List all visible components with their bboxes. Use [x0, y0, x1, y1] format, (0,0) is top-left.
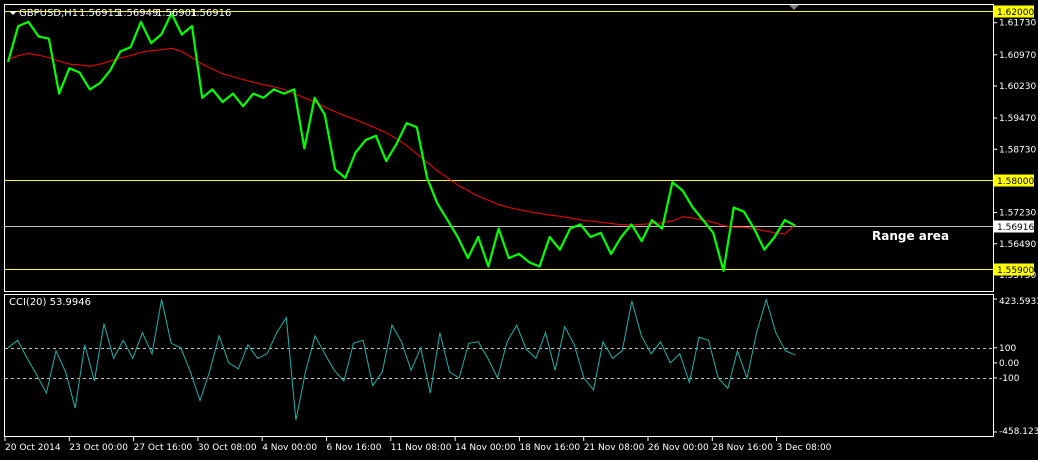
cci-tick-label: -100: [999, 374, 1020, 384]
cci-title: CCI(20) 53.9946: [9, 297, 91, 308]
chevron-down-icon[interactable]: [9, 11, 17, 15]
cci-tick-label: 100: [999, 344, 1016, 354]
price-tick-label: 1.61730: [999, 19, 1036, 29]
price-tick-label: 1.60970: [999, 51, 1036, 61]
chart-svg[interactable]: 1.61730 1.60970 1.60230 1.59470 1.58730 1.572…: [0, 0, 1038, 456]
close-price: 1.56916: [190, 8, 231, 19]
open-price: 1.56915: [79, 8, 120, 19]
main-series-group: [6, 12, 796, 272]
level-price-label: 1.62000: [997, 8, 1034, 18]
current-price-label: 1.56916: [997, 223, 1034, 233]
time-tick-label: 28 Nov 16:00: [712, 443, 773, 453]
cci-series-group: [7, 297, 796, 421]
time-tick-label: 3 Dec 08:00: [777, 443, 832, 453]
cci-tick-label: 0.00: [999, 359, 1019, 369]
chart-shift-marker-icon[interactable]: [789, 5, 799, 10]
time-tick-label: 30 Oct 08:00: [198, 443, 257, 453]
time-tick-label: 11 Nov 08:00: [391, 443, 452, 453]
cci-tick-label: 423.5933: [999, 297, 1038, 307]
price-axis: 1.61730 1.60970 1.60230 1.59470 1.58730 1.572…: [993, 5, 1036, 281]
time-tick-label: 23 Oct 00:00: [69, 443, 128, 453]
range-area-annotation: Range area: [872, 229, 949, 243]
cci-pane-frame: [4, 294, 994, 437]
symbol-label: GBPUSD,H1: [19, 8, 78, 19]
price-tick-label: 1.60230: [999, 82, 1036, 92]
price-tick-label: 1.58730: [999, 145, 1036, 155]
cci-line: [7, 297, 796, 421]
time-tick-label: 26 Nov 00:00: [648, 443, 709, 453]
time-tick-label: 20 Oct 2014: [5, 443, 61, 453]
time-axis: 20 Oct 2014 23 Oct 00:00 27 Oct 16:00 30 Oc…: [4, 437, 832, 453]
price-tick-label: 1.59470: [999, 114, 1036, 124]
cci-axis: 423.5933 100 0.00 -100 -458.1239: [993, 297, 1038, 437]
price-tick-label: 1.57230: [999, 209, 1036, 219]
chart-window[interactable]: 1.61730 1.60970 1.60230 1.59470 1.58730 1.572…: [0, 0, 1038, 456]
time-tick-label: 6 Nov 16:00: [327, 443, 382, 453]
time-tick-label: 27 Oct 16:00: [134, 443, 193, 453]
time-tick-label: 18 Nov 16:00: [519, 443, 580, 453]
level-price-label: 1.58000: [997, 177, 1034, 187]
time-tick-label: 14 Nov 00:00: [455, 443, 516, 453]
main-header: GBPUSD,H1 1.56915 1.56949 1.56901 1.5691…: [9, 8, 231, 19]
main-pane-frame: [4, 4, 994, 292]
time-tick-label: 21 Nov 08:00: [584, 443, 645, 453]
level-price-label: 1.55900: [997, 266, 1034, 276]
high-price: 1.56949: [117, 8, 158, 19]
moving-average-line: [7, 47, 796, 235]
cci-tick-label: -458.1239: [999, 427, 1038, 437]
price-tick-label: 1.56490: [999, 240, 1036, 250]
time-tick-label: 4 Nov 00:00: [262, 443, 317, 453]
